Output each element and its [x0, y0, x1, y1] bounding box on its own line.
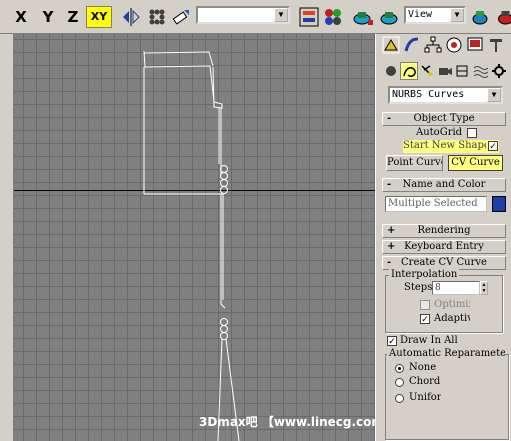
autogrid-checkbox[interactable]: [467, 128, 477, 138]
adaptive-checkbox[interactable]: ✓: [420, 314, 430, 324]
render-scene-icon[interactable]: [352, 6, 374, 28]
restrict-y-button[interactable]: Y: [37, 6, 59, 28]
teapot-render-icon[interactable]: [470, 6, 492, 28]
draw-in-all-checkbox[interactable]: ✓: [387, 336, 397, 346]
adaptive-label: Adaptive: [434, 313, 470, 324]
cv-point-cluster: [220, 165, 228, 194]
steps-label: Steps:: [404, 282, 436, 293]
point-curve-button[interactable]: Point Curve: [386, 155, 443, 171]
cv-hull-right: [218, 108, 222, 174]
align-icon[interactable]: [170, 6, 192, 28]
viewport-left-border: [0, 34, 14, 441]
mirror-icon[interactable]: [120, 6, 142, 28]
lights-icon[interactable]: [418, 62, 436, 80]
rollout-title: Rendering: [417, 225, 471, 236]
view-dropdown-value: View: [408, 9, 433, 20]
collapse-icon: -: [387, 257, 392, 268]
cv-hull-top: [143, 51, 214, 67]
create-subcategory-row: [382, 62, 510, 82]
modify-tab-icon[interactable]: [403, 36, 421, 54]
top-viewport[interactable]: 3Dmax吧 【www.linecg.com/tieba/1771】: [14, 34, 375, 441]
command-panel: NURBS Curves ▼ - Object Type AutoGrid St…: [375, 34, 511, 441]
collapse-icon: -: [387, 113, 392, 124]
rollout-title: Object Type: [413, 113, 475, 124]
draw-in-all-label: Draw In All: [400, 335, 458, 346]
steps-value: 8: [435, 283, 441, 293]
create-cv-curve-rollout-header[interactable]: - Create CV Curve: [382, 256, 506, 270]
rollout-title: Create CV Curve: [401, 257, 487, 268]
cameras-icon[interactable]: [436, 62, 454, 80]
create-tab-icon[interactable]: [382, 36, 400, 54]
rollout-title: Keyboard Entry: [404, 241, 484, 252]
chevron-down-icon: ▼: [450, 8, 464, 22]
steps-spinner-arrows[interactable]: ▲ ▼: [480, 281, 488, 295]
material-editor-icon[interactable]: [322, 6, 344, 28]
shape-category-dropdown[interactable]: NURBS Curves ▼: [388, 86, 503, 104]
utilities-tab-icon[interactable]: [487, 36, 505, 54]
motion-tab-icon[interactable]: [445, 36, 463, 54]
object-name-input[interactable]: Multiple Selected: [385, 196, 487, 212]
object-color-swatch[interactable]: [492, 196, 506, 212]
point-curve-label: Point Curve: [387, 157, 443, 168]
main-toolbar: X Y Z XY ▼ View ▼: [0, 0, 511, 34]
interpolation-label: Interpolation: [389, 269, 460, 280]
collapse-icon: -: [387, 179, 392, 190]
chevron-down-icon: ▼: [274, 8, 288, 22]
restrict-z-button[interactable]: Z: [62, 6, 84, 28]
steps-input[interactable]: 8: [432, 281, 480, 295]
quick-render-icon[interactable]: [378, 6, 400, 28]
object-type-rollout-header[interactable]: - Object Type: [382, 112, 506, 126]
display-tab-icon[interactable]: [466, 36, 484, 54]
reparam-uniform-label: Uniform: [409, 392, 441, 403]
nurbs-cv-curve-shape[interactable]: [14, 34, 375, 441]
rollout-title: Name and Color: [402, 179, 486, 190]
rendering-rollout-header[interactable]: + Rendering: [382, 224, 506, 238]
cv-curve-label: CV Curve: [451, 157, 500, 168]
cv-curve-button[interactable]: CV Curve: [448, 155, 503, 171]
reparam-chord-label: Chord: [409, 376, 441, 387]
array-icon[interactable]: [146, 6, 168, 28]
curve-editor-icon[interactable]: [298, 6, 320, 28]
restrict-x-button[interactable]: X: [10, 6, 32, 28]
start-new-shape-label: Start New Shape: [403, 140, 486, 151]
name-and-color-rollout-header[interactable]: - Name and Color: [382, 178, 506, 192]
reparam-uniform-radio[interactable]: [395, 394, 404, 403]
expand-icon: +: [387, 225, 396, 236]
keyboard-entry-rollout-header[interactable]: + Keyboard Entry: [382, 240, 506, 254]
systems-icon[interactable]: [490, 62, 508, 80]
shapes-icon[interactable]: [400, 62, 418, 80]
reparam-none-radio[interactable]: [395, 364, 404, 373]
cv-curve-outline: [143, 50, 223, 109]
object-name-value: Multiple Selected: [388, 198, 478, 209]
restrict-xy-button[interactable]: XY: [86, 6, 112, 28]
auto-reparam-label: Automatic Reparameterization: [387, 348, 505, 359]
optimize-label: Optimize: [434, 299, 470, 310]
geometry-icon[interactable]: [382, 62, 400, 80]
named-selection-set-dropdown[interactable]: ▼: [196, 6, 290, 24]
reparam-chord-radio[interactable]: [395, 378, 404, 387]
reparam-none-label: None: [409, 362, 437, 373]
space-warps-icon[interactable]: [472, 62, 490, 80]
start-new-shape-row[interactable]: Start New Shape: [403, 140, 499, 153]
watermark-text: 3Dmax吧 【www.linecg.com/tieba/1771】: [199, 415, 375, 429]
expand-icon: +: [387, 241, 396, 252]
command-panel-tabs: [382, 36, 510, 56]
cv-point-cluster: [220, 318, 228, 340]
reference-coordinate-dropdown[interactable]: View ▼: [404, 6, 466, 24]
autogrid-label: AutoGrid: [416, 127, 463, 138]
category-dropdown-value: NURBS Curves: [392, 89, 465, 100]
hierarchy-tab-icon[interactable]: [424, 36, 442, 54]
helpers-icon[interactable]: [454, 62, 472, 80]
optimize-checkbox[interactable]: [420, 300, 430, 310]
start-new-shape-checkbox[interactable]: ✓: [488, 141, 498, 151]
render-last-icon[interactable]: [494, 6, 511, 28]
chevron-down-icon: ▼: [487, 88, 501, 102]
